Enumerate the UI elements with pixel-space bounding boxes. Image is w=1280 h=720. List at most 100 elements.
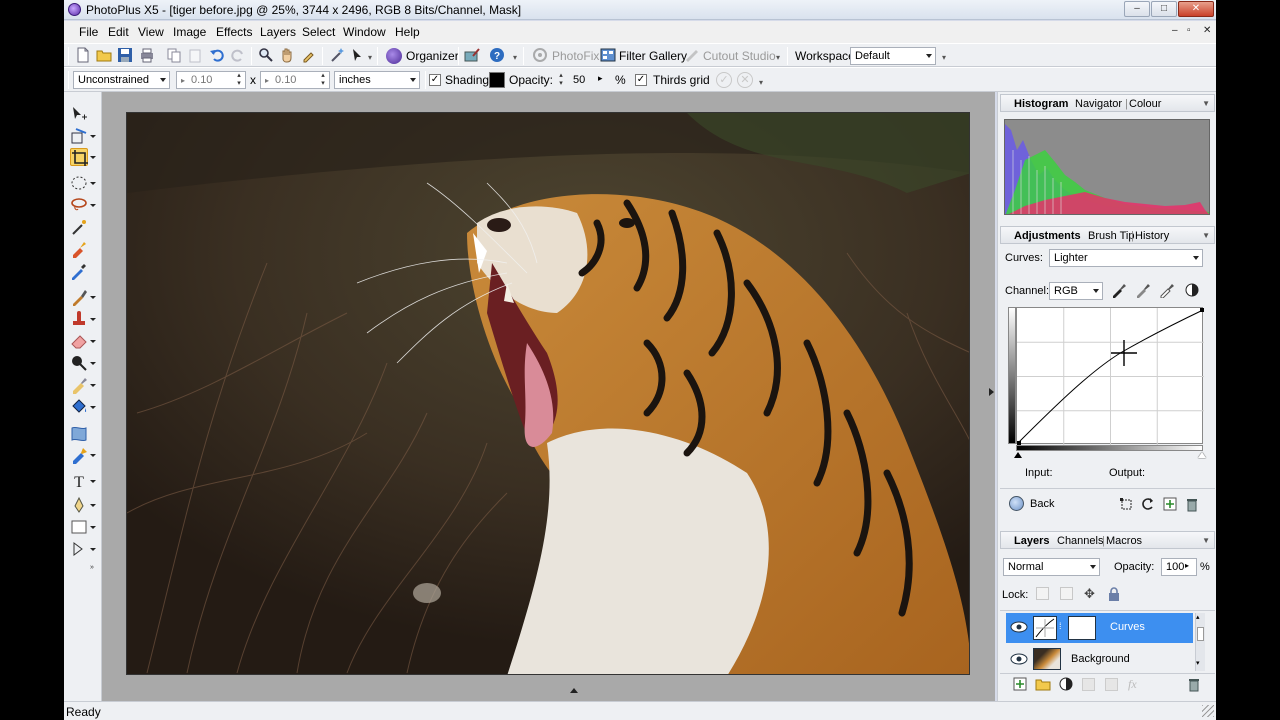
copy-icon[interactable] bbox=[166, 47, 182, 63]
chevron-down-icon[interactable]: ▾ bbox=[759, 78, 763, 87]
white-input-slider[interactable] bbox=[1198, 452, 1206, 458]
lock-transparency-icon[interactable] bbox=[1036, 587, 1049, 600]
open-folder-icon[interactable] bbox=[96, 47, 112, 63]
help-icon[interactable]: ? bbox=[489, 47, 505, 63]
layer-row-curves[interactable]: ⁞ Curves bbox=[1006, 613, 1193, 643]
back-button[interactable]: Back bbox=[1030, 498, 1054, 510]
burn-tool-icon[interactable] bbox=[70, 354, 88, 372]
trash-icon[interactable] bbox=[1184, 496, 1200, 512]
menu-image[interactable]: Image bbox=[173, 25, 206, 39]
chevron-down-icon[interactable]: ▾ bbox=[513, 53, 517, 62]
panel-menu-icon[interactable]: ▼ bbox=[1202, 231, 1210, 240]
clip-to-layer-icon[interactable] bbox=[1118, 496, 1134, 512]
print-icon[interactable] bbox=[139, 47, 155, 63]
expand-toolbox-icon[interactable]: » bbox=[90, 564, 94, 571]
new-group-folder-icon[interactable] bbox=[1035, 676, 1051, 692]
close-button[interactable]: ✕ bbox=[1178, 1, 1214, 17]
tab-navigator[interactable]: Navigator bbox=[1075, 98, 1122, 110]
visibility-eye-icon[interactable] bbox=[1010, 620, 1028, 634]
redo-icon[interactable] bbox=[230, 47, 246, 63]
menu-effects[interactable]: Effects bbox=[216, 25, 252, 39]
cancel-x-icon[interactable]: ✕ bbox=[737, 72, 753, 88]
gray-point-eyedropper-icon[interactable] bbox=[1135, 282, 1151, 298]
width-spinner[interactable]: ▴ ▾ bbox=[234, 72, 244, 88]
curves-preset-select[interactable]: Lighter bbox=[1049, 249, 1203, 267]
text-tool-icon[interactable]: T bbox=[70, 472, 88, 491]
tab-history[interactable]: History bbox=[1135, 230, 1169, 242]
new-adjustment-icon[interactable] bbox=[1162, 496, 1178, 512]
chevron-down-icon[interactable]: ▾ bbox=[776, 53, 780, 62]
photofix-button[interactable]: PhotoFix bbox=[552, 49, 599, 63]
menu-edit[interactable]: Edit bbox=[108, 25, 129, 39]
reset-icon[interactable] bbox=[1140, 496, 1156, 512]
arrow-right-icon[interactable]: ▸ bbox=[1185, 561, 1189, 570]
adjustment-layer-icon[interactable] bbox=[1058, 676, 1074, 692]
shape-tool-icon[interactable] bbox=[70, 518, 88, 536]
minimize-button[interactable]: – bbox=[1124, 1, 1150, 17]
merge-layers-icon[interactable] bbox=[1105, 678, 1118, 691]
image-canvas[interactable] bbox=[126, 112, 970, 675]
lasso-tool-icon[interactable] bbox=[70, 196, 88, 214]
workspace-select[interactable]: Default bbox=[850, 47, 936, 65]
magic-wand-icon[interactable] bbox=[329, 47, 345, 63]
tab-layers[interactable]: Layers bbox=[1014, 535, 1049, 547]
cutout-studio-button[interactable]: Cutout Studio bbox=[703, 49, 776, 63]
channel-select[interactable]: RGB bbox=[1049, 282, 1103, 300]
mdi-close-button[interactable]: ✕ bbox=[1203, 25, 1211, 36]
select-arrow-icon[interactable] bbox=[350, 47, 366, 63]
warp-tool-icon[interactable] bbox=[70, 424, 88, 442]
smudge-tool-icon[interactable] bbox=[70, 376, 88, 394]
menu-layers[interactable]: Layers bbox=[260, 25, 296, 39]
node-edit-tool-icon[interactable] bbox=[70, 540, 88, 558]
lock-all-icon[interactable] bbox=[1106, 586, 1122, 602]
height-spinner[interactable]: ▴ ▾ bbox=[318, 72, 328, 88]
tab-macros[interactable]: Macros bbox=[1106, 535, 1142, 547]
tab-channels[interactable]: Channels bbox=[1057, 535, 1103, 547]
lock-position-icon[interactable]: ✥ bbox=[1084, 586, 1095, 602]
lock-pixels-icon[interactable] bbox=[1060, 587, 1073, 600]
mdi-restore-button[interactable]: ▫ bbox=[1187, 25, 1191, 36]
crop-tool-icon[interactable] bbox=[70, 148, 88, 166]
paste-icon[interactable] bbox=[187, 47, 203, 63]
layer-mask-thumbnail[interactable] bbox=[1068, 616, 1096, 640]
fx-effects-icon[interactable]: fx bbox=[1128, 677, 1137, 692]
menu-file[interactable]: File bbox=[79, 25, 98, 39]
undo-icon[interactable] bbox=[209, 47, 225, 63]
straighten-tool-icon[interactable] bbox=[70, 127, 88, 145]
collapse-up-icon[interactable] bbox=[570, 688, 578, 693]
clone-stamp-icon[interactable] bbox=[70, 310, 88, 328]
add-mask-icon[interactable] bbox=[1082, 678, 1095, 691]
pen-path-tool-icon[interactable] bbox=[70, 496, 88, 514]
paint-bucket-icon[interactable] bbox=[70, 398, 88, 416]
arrow-right-icon[interactable]: ▸ bbox=[598, 73, 603, 84]
delete-layer-trash-icon[interactable] bbox=[1186, 676, 1202, 692]
new-layer-icon[interactable] bbox=[1012, 676, 1028, 692]
mdi-minimize-button[interactable]: – bbox=[1172, 25, 1178, 36]
shading-color-swatch[interactable] bbox=[489, 72, 505, 88]
blend-mode-select[interactable]: Normal bbox=[1003, 558, 1100, 576]
new-file-icon[interactable] bbox=[75, 47, 91, 63]
color-picker-tool-icon[interactable] bbox=[70, 262, 88, 280]
paintbrush-tool-icon[interactable] bbox=[70, 288, 88, 306]
units-select[interactable]: inches bbox=[334, 71, 420, 89]
magic-wand-tool-icon[interactable] bbox=[70, 218, 88, 236]
maximize-button[interactable]: □ bbox=[1151, 1, 1177, 17]
save-icon[interactable] bbox=[117, 47, 133, 63]
chevron-down-icon[interactable]: ▾ bbox=[942, 53, 946, 62]
panel-menu-icon[interactable]: ▼ bbox=[1202, 99, 1210, 108]
filter-gallery-button[interactable]: Filter Gallery bbox=[619, 49, 687, 63]
resize-grip-icon[interactable] bbox=[1202, 705, 1214, 717]
menu-help[interactable]: Help bbox=[395, 25, 420, 39]
rectangle-select-icon[interactable] bbox=[70, 174, 88, 192]
zoom-icon[interactable] bbox=[258, 47, 274, 63]
menu-select[interactable]: Select bbox=[302, 25, 335, 39]
organizer-button[interactable]: Organizer bbox=[406, 49, 459, 63]
eraser-tool-icon[interactable] bbox=[70, 332, 88, 350]
contrast-icon[interactable] bbox=[1184, 282, 1200, 298]
menu-window[interactable]: Window bbox=[343, 25, 386, 39]
visibility-eye-icon[interactable] bbox=[1010, 652, 1028, 666]
crop-constraint-select[interactable]: Unconstrained bbox=[73, 71, 170, 89]
curves-graph[interactable] bbox=[1016, 307, 1204, 445]
chevron-down-icon[interactable]: ▾ bbox=[368, 53, 372, 62]
black-input-slider[interactable] bbox=[1014, 452, 1022, 458]
